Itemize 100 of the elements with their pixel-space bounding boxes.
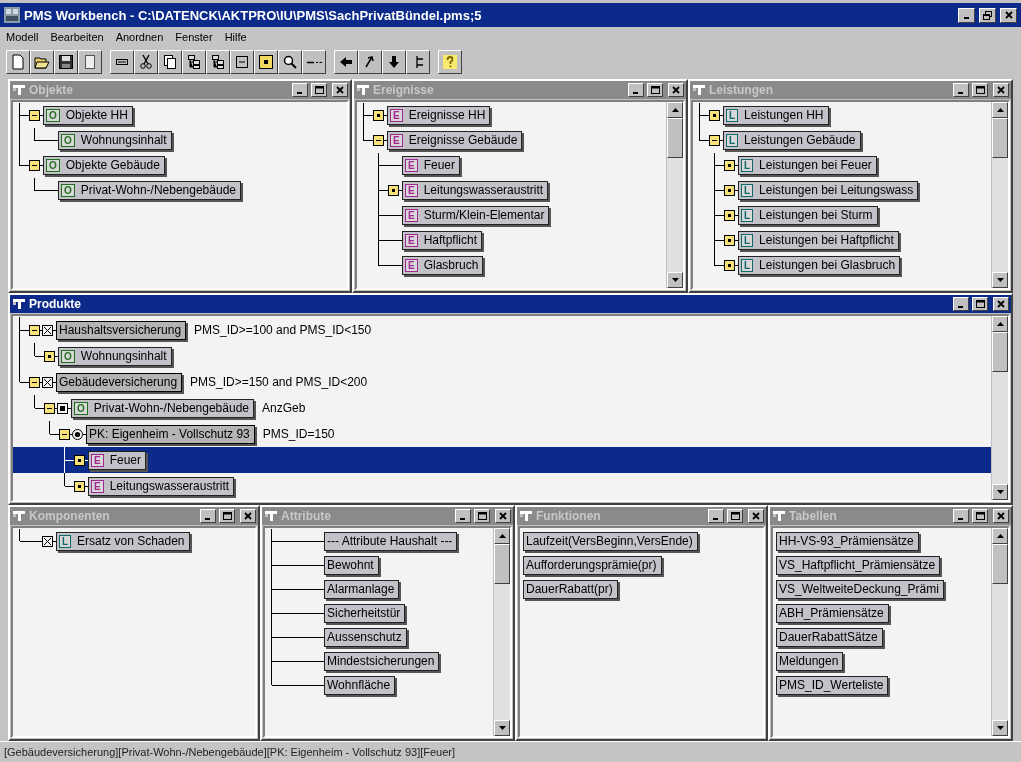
tree-row[interactable]: Laufzeit(VersBeginn,VersEnde) xyxy=(520,529,763,553)
scroll-up-button[interactable] xyxy=(992,528,1008,544)
scrollbar[interactable] xyxy=(991,102,1008,288)
restore-button[interactable] xyxy=(979,7,996,23)
scrollbar[interactable] xyxy=(991,316,1008,500)
tree-row[interactable]: Aufforderungsprämie(pr) xyxy=(520,553,763,577)
tree-row[interactable]: HH-VS-93_Prämiensätze xyxy=(773,529,991,553)
expand-toggle[interactable] xyxy=(388,185,399,196)
scroll-thumb[interactable] xyxy=(667,118,683,158)
left-arrow-button[interactable] xyxy=(334,50,358,74)
minimize-button[interactable] xyxy=(200,509,216,523)
tree-row[interactable]: Meldungen xyxy=(773,649,991,673)
scroll-down-button[interactable] xyxy=(992,272,1008,288)
scroll-up-button[interactable] xyxy=(992,102,1008,118)
tree-node[interactable]: Haushaltsversicherung xyxy=(56,320,187,340)
minimize-button[interactable] xyxy=(953,509,969,523)
expand-toggle[interactable] xyxy=(29,376,40,388)
tree-node[interactable]: E Leitungswasseraustritt xyxy=(402,181,549,200)
scroll-down-button[interactable] xyxy=(667,272,683,288)
open-folder-button[interactable] xyxy=(30,50,54,74)
menu-item[interactable]: Bearbeiten xyxy=(50,31,104,43)
tree-node[interactable]: O Wohnungsinhalt xyxy=(58,131,172,150)
close-button[interactable] xyxy=(332,83,348,97)
menu-item[interactable]: Fenster xyxy=(175,31,213,43)
close-button[interactable] xyxy=(993,83,1009,97)
tree-node[interactable]: L Leistungen bei Feuer xyxy=(738,156,877,175)
tree-node[interactable]: E Feuer xyxy=(88,450,147,470)
minimize-button[interactable] xyxy=(953,297,969,311)
expand-toggle[interactable] xyxy=(44,350,55,362)
close-button[interactable] xyxy=(748,509,764,523)
tree-row[interactable]: VS_Haftpflicht_Prämiensätze xyxy=(773,553,991,577)
rectangle-button[interactable] xyxy=(230,50,254,74)
tree-row[interactable]: PMS_ID_Werteliste xyxy=(773,673,991,697)
maximize-button[interactable] xyxy=(474,509,490,523)
minimize-button[interactable] xyxy=(958,7,975,23)
tree-node[interactable]: HH-VS-93_Prämiensätze xyxy=(776,531,919,551)
tree-node[interactable]: Sicherheitstür xyxy=(324,603,406,623)
tree-node[interactable]: O Objekte HH xyxy=(43,106,133,125)
tree-node[interactable]: L Leistungen bei Glasbruch xyxy=(738,256,901,275)
tree-row[interactable]: E Feuer xyxy=(13,447,991,473)
cut-button[interactable] xyxy=(134,50,158,74)
scroll-thumb[interactable] xyxy=(992,118,1008,158)
minimize-button[interactable] xyxy=(292,83,308,97)
help-button[interactable] xyxy=(438,50,462,74)
tree-node[interactable]: DauerRabattSätze xyxy=(776,627,883,647)
tree-node[interactable]: E Haftpflicht xyxy=(402,231,483,250)
tree-node[interactable]: Mindestsicherungen xyxy=(324,651,440,671)
tree-node[interactable]: L Leistungen HH xyxy=(723,106,829,125)
tree-row[interactable]: ABH_Prämiensätze xyxy=(773,601,991,625)
save-button[interactable] xyxy=(54,50,78,74)
tree-node[interactable]: E Ereignisse HH xyxy=(387,106,491,125)
maximize-button[interactable] xyxy=(219,509,235,523)
rectangle-button[interactable] xyxy=(110,50,134,74)
scroll-up-button[interactable] xyxy=(992,316,1008,332)
tree-row[interactable]: DauerRabatt(pr) xyxy=(520,577,763,601)
close-button[interactable] xyxy=(668,83,684,97)
slanted-line-button[interactable] xyxy=(358,50,382,74)
scrollbar[interactable] xyxy=(666,102,683,288)
copy-button[interactable] xyxy=(158,50,182,74)
scrollbar[interactable] xyxy=(991,528,1008,736)
maximize-button[interactable] xyxy=(972,297,988,311)
tree-node[interactable]: O Privat-Wohn-/Nebengebäude xyxy=(58,181,241,200)
scroll-thumb[interactable] xyxy=(992,544,1008,584)
expand-toggle[interactable] xyxy=(74,454,85,466)
tree-node[interactable]: PMS_ID_Werteliste xyxy=(776,675,889,695)
tree-node[interactable]: ABH_Prämiensätze xyxy=(776,603,889,623)
tree-node[interactable]: E Feuer xyxy=(402,156,461,175)
scroll-down-button[interactable] xyxy=(992,484,1008,500)
scrollbar[interactable] xyxy=(493,528,510,736)
scroll-thumb[interactable] xyxy=(494,544,510,584)
dashed-arrow-button[interactable] xyxy=(302,50,326,74)
tree-node[interactable]: O Wohnungsinhalt xyxy=(58,346,172,366)
tree-node[interactable]: O Privat-Wohn-/Nebengebäude xyxy=(71,398,254,418)
tree-node[interactable]: --- Attribute Haushalt --- xyxy=(324,531,458,551)
tree-node[interactable]: Gebäudeversicherung xyxy=(56,372,183,392)
search-button[interactable] xyxy=(278,50,302,74)
scroll-down-button[interactable] xyxy=(494,720,510,736)
close-button[interactable] xyxy=(495,509,511,523)
tree-node[interactable]: E Glasbruch xyxy=(402,256,484,275)
tree-node[interactable]: O Objekte Gebäude xyxy=(43,156,165,175)
scroll-up-button[interactable] xyxy=(667,102,683,118)
branch-button[interactable] xyxy=(406,50,430,74)
maximize-button[interactable] xyxy=(972,83,988,97)
menu-item[interactable]: Anordnen xyxy=(115,31,164,43)
expand-toggle[interactable] xyxy=(724,160,735,171)
tree-row[interactable]: VS_WeltweiteDeckung_Prämi xyxy=(773,577,991,601)
new-document-button[interactable] xyxy=(6,50,30,74)
tree-node[interactable]: E Sturm/Klein-Elementar xyxy=(402,206,550,225)
minimize-button[interactable] xyxy=(708,509,724,523)
tree-node[interactable]: VS_Haftpflicht_Prämiensätze xyxy=(776,555,941,575)
minimize-button[interactable] xyxy=(628,83,644,97)
menu-item[interactable]: Hilfe xyxy=(224,31,247,43)
expand-toggle[interactable] xyxy=(724,185,735,196)
close-button[interactable] xyxy=(240,509,256,523)
expand-toggle[interactable] xyxy=(29,324,40,336)
expand-toggle[interactable] xyxy=(74,480,85,492)
tree-node[interactable]: Laufzeit(VersBeginn,VersEnde) xyxy=(523,531,698,551)
tree-node[interactable]: VS_WeltweiteDeckung_Prämi xyxy=(776,579,944,599)
tree-node[interactable]: Bewohnt xyxy=(324,555,379,575)
tree-node[interactable]: E Leitungswasseraustritt xyxy=(88,476,235,496)
